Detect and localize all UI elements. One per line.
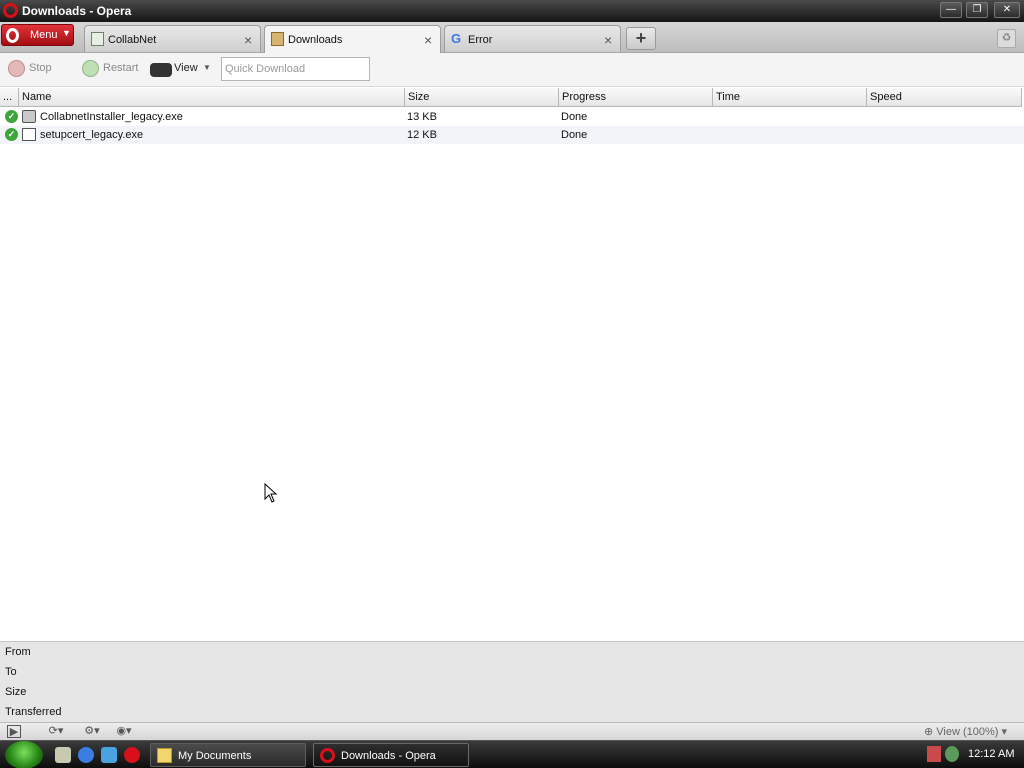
view-label: View	[174, 62, 198, 74]
download-progress: Done	[561, 111, 588, 123]
opera-icon[interactable]	[124, 747, 140, 763]
tab-error[interactable]: G Error ×	[444, 25, 621, 52]
trash-icon[interactable]: ♻	[997, 29, 1016, 48]
taskbar-item-label: My Documents	[178, 750, 252, 762]
opera-logo-icon	[3, 3, 18, 18]
download-progress: Done	[561, 129, 588, 141]
binoculars-icon	[150, 63, 172, 77]
mouse-cursor-icon	[264, 483, 278, 503]
opera-o-icon	[6, 28, 19, 43]
stop-label: Stop	[29, 62, 52, 74]
download-row[interactable]: ✓ setupcert_legacy.exe 12 KB Done	[0, 126, 1024, 144]
column-header-speed[interactable]: Speed	[867, 88, 1022, 107]
column-header-name[interactable]: Name	[19, 88, 405, 107]
taskbar-item-my-documents[interactable]: My Documents	[150, 743, 306, 767]
download-details-pane: From To Size Transferred	[0, 641, 1024, 722]
stop-button[interactable]: Stop	[8, 60, 58, 80]
taskbar-item-label: Downloads - Opera	[341, 750, 436, 762]
restart-button[interactable]: Restart	[82, 60, 142, 80]
details-to-label: To	[5, 666, 17, 678]
title-bar: Downloads - Opera — ❐ ✕	[0, 0, 1024, 22]
opera-icon	[320, 748, 335, 763]
minimize-button[interactable]: —	[940, 2, 962, 18]
turbo-icon[interactable]: ◉▾	[112, 725, 136, 738]
show-desktop-icon[interactable]	[55, 747, 71, 763]
chevron-down-icon: ▼	[62, 28, 71, 38]
status-bar: ▶ ⟳▾ ⚙▾ ◉▾ ⊕ View (100%) ▾	[0, 722, 1024, 740]
zoom-control[interactable]: ⊕ View (100%) ▾	[924, 725, 1007, 738]
tab-label: Error	[468, 34, 493, 46]
download-size: 13 KB	[407, 111, 437, 123]
done-check-icon: ✓	[5, 110, 18, 123]
sync-icon[interactable]: ⟳▾	[44, 725, 68, 738]
tab-downloads[interactable]: Downloads ×	[264, 25, 441, 53]
details-transferred-label: Transferred	[5, 706, 62, 718]
column-options-header[interactable]: ...	[0, 88, 19, 107]
window-title: Downloads - Opera	[22, 4, 132, 18]
internet-explorer-icon[interactable]	[78, 747, 94, 763]
chevron-down-icon: ▼	[203, 63, 211, 72]
network-icon[interactable]	[927, 746, 941, 762]
taskbar-item-opera[interactable]: Downloads - Opera	[313, 743, 469, 767]
restart-label: Restart	[103, 62, 139, 74]
restart-icon	[82, 60, 99, 77]
clock[interactable]: 12:12 AM	[968, 748, 1014, 760]
download-row[interactable]: ✓ CollabnetInstaller_legacy.exe 13 KB Do…	[0, 108, 1024, 126]
download-name: setupcert_legacy.exe	[40, 129, 144, 141]
folder-icon	[157, 748, 172, 763]
column-header-size[interactable]: Size	[405, 88, 559, 107]
installer-file-icon	[22, 110, 36, 123]
security-icon[interactable]	[945, 746, 959, 762]
taskbar: My Documents Downloads - Opera 12:12 AM	[0, 740, 1024, 768]
download-size: 12 KB	[407, 129, 437, 141]
close-tab-icon[interactable]: ×	[424, 32, 432, 48]
start-button[interactable]	[5, 741, 43, 768]
executable-file-icon	[22, 128, 36, 141]
download-icon	[271, 32, 284, 46]
downloads-toolbar: Stop Restart View ▼	[0, 53, 1024, 87]
tab-label: CollabNet	[108, 34, 157, 46]
close-window-button[interactable]: ✕	[994, 2, 1020, 18]
details-size-label: Size	[5, 686, 27, 698]
quick-download-input[interactable]	[221, 57, 370, 81]
done-check-icon: ✓	[5, 128, 18, 141]
tab-collabnet[interactable]: CollabNet ×	[84, 25, 261, 52]
zoom-label: View (100%)	[936, 726, 999, 738]
tab-label: Downloads	[288, 34, 343, 46]
new-tab-button[interactable]: +	[626, 27, 656, 50]
panel-toggle-icon[interactable]: ▶	[7, 725, 21, 738]
messenger-icon[interactable]	[101, 747, 117, 763]
opera-menu-button[interactable]: Menu ▼	[1, 24, 74, 46]
stop-icon	[8, 60, 25, 77]
download-name: CollabnetInstaller_legacy.exe	[40, 111, 183, 123]
zoom-icon: ⊕	[924, 726, 934, 738]
close-tab-icon[interactable]: ×	[244, 32, 252, 48]
details-from-label: From	[5, 646, 31, 658]
page-icon	[91, 32, 104, 46]
google-icon: G	[451, 31, 462, 46]
restore-button[interactable]: ❐	[966, 2, 988, 18]
menu-label: Menu	[30, 29, 58, 41]
view-button[interactable]: View ▼	[150, 60, 214, 80]
unite-icon[interactable]: ⚙▾	[80, 725, 104, 738]
column-header-progress[interactable]: Progress	[559, 88, 713, 107]
close-tab-icon[interactable]: ×	[604, 32, 612, 48]
column-header-time[interactable]: Time	[713, 88, 867, 107]
tab-bar: Menu ▼ CollabNet × Downloads × G Error ×…	[0, 22, 1024, 53]
